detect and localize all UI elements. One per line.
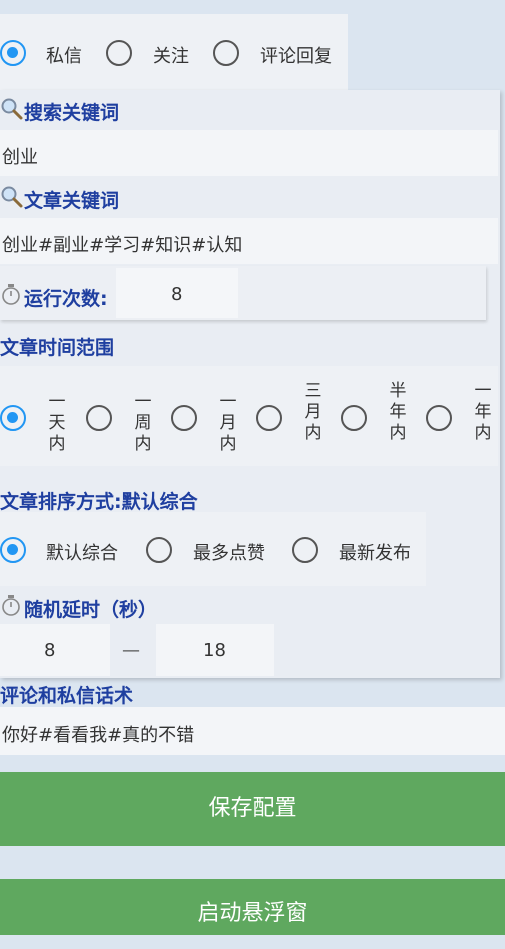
radio-label-half-year: 半年内 — [389, 381, 407, 443]
run-count-value: 8 — [171, 284, 183, 305]
radio-one-day[interactable] — [0, 405, 26, 431]
radio-half-year[interactable] — [341, 405, 367, 431]
radio-one-month[interactable] — [171, 405, 197, 431]
radio-three-months[interactable] — [256, 405, 282, 431]
search-keyword-label: 搜索关键词 — [24, 102, 120, 124]
radio-label-one-month: 一月内 — [219, 392, 237, 454]
radio-latest[interactable] — [292, 537, 318, 563]
save-config-button[interactable]: 保存配置 — [0, 772, 505, 846]
radio-private-message[interactable] — [0, 40, 26, 66]
search-keyword-input[interactable] — [0, 130, 498, 176]
stopwatch-icon — [0, 282, 22, 306]
radio-one-year[interactable] — [426, 405, 452, 431]
stopwatch-icon — [0, 593, 22, 617]
radio-label-one-week: 一周内 — [134, 392, 152, 454]
radio-label-comment-reply: 评论回复 — [260, 46, 332, 67]
search-icon — [0, 185, 24, 209]
radio-default[interactable] — [0, 537, 26, 563]
radio-most-liked[interactable] — [146, 537, 172, 563]
radio-follow[interactable] — [106, 40, 132, 66]
radio-label-most-liked: 最多点赞 — [193, 543, 265, 564]
sort-label: 文章排序方式:默认综合 — [0, 491, 198, 513]
radio-one-week[interactable] — [86, 405, 112, 431]
time-range-group — [0, 366, 498, 466]
article-keyword-value: 创业#副业#学习#知识#认知 — [2, 235, 243, 256]
radio-label-private-message: 私信 — [46, 46, 82, 67]
delay-label: 随机延时（秒） — [24, 599, 158, 621]
radio-label-default: 默认综合 — [46, 543, 118, 564]
time-range-label: 文章时间范围 — [0, 337, 115, 359]
radio-label-three-months: 三月内 — [304, 381, 322, 443]
article-keyword-label: 文章关键词 — [24, 190, 120, 212]
delay-min-value: 8 — [44, 640, 56, 661]
script-label: 评论和私信话术 — [0, 685, 134, 707]
search-icon — [0, 97, 24, 121]
radio-label-latest: 最新发布 — [339, 543, 411, 564]
delay-separator: — — [122, 640, 140, 661]
run-count-label: 运行次数: — [24, 288, 108, 310]
delay-max-value: 18 — [203, 640, 226, 661]
radio-label-one-year: 一年内 — [474, 381, 492, 443]
radio-label-follow: 关注 — [153, 46, 189, 67]
search-keyword-value: 创业 — [2, 147, 38, 168]
radio-comment-reply[interactable] — [213, 40, 239, 66]
radio-label-one-day: 一天内 — [48, 392, 66, 454]
start-float-window-button[interactable]: 启动悬浮窗 — [0, 879, 505, 935]
script-value: 你好#看看我#真的不错 — [2, 725, 195, 746]
